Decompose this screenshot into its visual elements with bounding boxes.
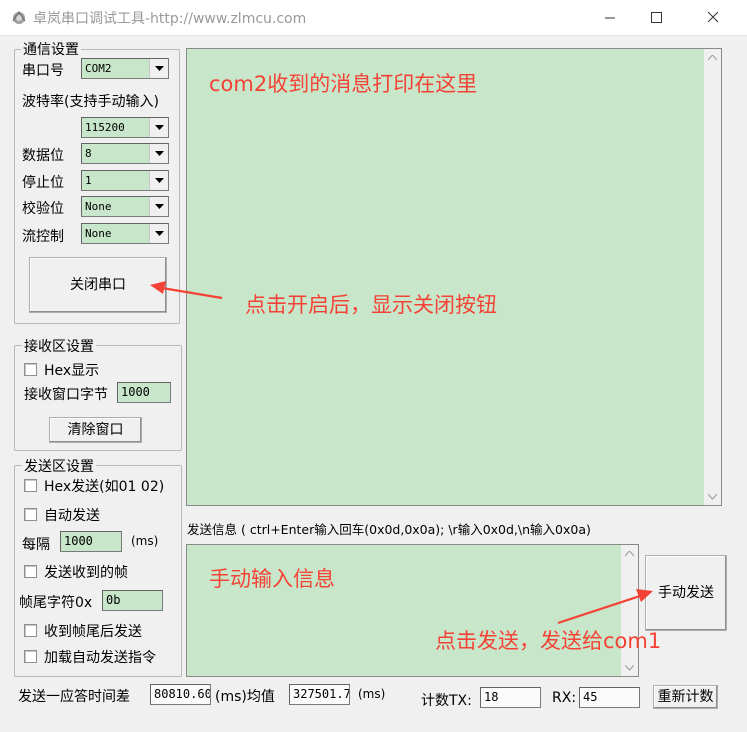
chevron-down-icon [155, 125, 164, 130]
rx-value: 45 [579, 687, 640, 708]
tx-value: 18 [480, 687, 541, 708]
response-time-label: 发送一应答时间差 [18, 689, 130, 705]
receive-scrollbar[interactable] [704, 49, 721, 505]
databits-select[interactable]: 8 [81, 143, 169, 164]
baud-label: 波特率(支持手动输入) [22, 94, 159, 110]
scroll-up-button[interactable] [621, 545, 638, 562]
window-bytes-input[interactable]: 1000 [117, 382, 171, 403]
maximize-icon [651, 12, 662, 23]
chevron-down-icon [625, 665, 634, 671]
databits-value: 8 [85, 147, 92, 160]
manual-send-button[interactable]: 手动发送 [645, 555, 727, 631]
send-settings-label: 发送区设置 [22, 456, 96, 476]
load-auto-cmd-checkbox[interactable] [24, 650, 37, 663]
interval-unit: (ms) [131, 534, 159, 548]
rx-label: RX: [552, 690, 577, 706]
flow-dropdown[interactable] [149, 224, 168, 243]
databits-dropdown[interactable] [149, 144, 168, 163]
stopbits-value: 1 [85, 174, 92, 187]
send-after-tail-label: 收到帧尾后发送 [44, 624, 142, 640]
close-icon [707, 11, 719, 23]
auto-send-label: 自动发送 [44, 508, 100, 524]
databits-label: 数据位 [22, 148, 64, 164]
scroll-down-button[interactable] [621, 659, 638, 676]
send-info-text: 发送信息 ( ctrl+Enter输入回车(0x0d,0x0a); \r输入0x… [187, 522, 591, 537]
baud-select[interactable]: 115200 [81, 117, 169, 138]
close-port-button[interactable]: 关闭串口 [29, 257, 167, 313]
chevron-down-icon [155, 204, 164, 209]
chevron-down-icon [155, 178, 164, 183]
load-auto-cmd-label: 加载自动发送指令 [44, 650, 156, 666]
hex-send-label: Hex发送(如01 02) [44, 479, 165, 495]
send-annotation-note: 点击发送，发送给com1 [435, 629, 662, 653]
clear-window-button[interactable]: 清除窗口 [49, 417, 142, 443]
send-recv-frame-label: 发送收到的帧 [44, 565, 128, 581]
send-info-hint: 发送信息 ( ctrl+Enter输入回车(0x0d,0x0a); \r输入0x… [187, 519, 591, 538]
hex-display-checkbox[interactable] [24, 363, 37, 376]
stopbits-select[interactable]: 1 [81, 170, 169, 191]
maximize-button[interactable] [633, 0, 679, 36]
chevron-up-icon [625, 551, 634, 557]
auto-send-checkbox[interactable] [24, 508, 37, 521]
flow-select[interactable]: None [81, 223, 169, 244]
avg-value: 327501.7 [289, 684, 350, 705]
response-time-value: 80810.60 [150, 684, 211, 705]
window-bytes-label: 接收窗口字节 [24, 387, 108, 403]
flow-value: None [85, 227, 112, 240]
parity-label: 校验位 [22, 201, 64, 217]
count-tx-label: 计数TX: [421, 693, 472, 709]
recv-settings-label: 接收区设置 [22, 336, 96, 356]
send-recv-frame-checkbox[interactable] [24, 565, 37, 578]
scroll-up-button[interactable] [704, 49, 721, 66]
scroll-down-button[interactable] [704, 488, 721, 505]
parity-dropdown[interactable] [149, 197, 168, 216]
recount-button[interactable]: 重新计数 [653, 685, 718, 709]
hex-display-label: Hex显示 [44, 363, 100, 379]
ms-avg-label: (ms)均值 [215, 689, 275, 705]
title-bar: 卓岚串口调试工具-http://www.zlmcu.com [0, 0, 747, 36]
send-after-tail-checkbox[interactable] [24, 624, 37, 637]
baud-dropdown[interactable] [149, 118, 168, 137]
close-button-annotation: 点击开启后，显示关闭按钮 [245, 293, 497, 317]
app-icon [12, 10, 26, 24]
hex-send-checkbox[interactable] [24, 479, 37, 492]
comm-settings-label: 通信设置 [21, 39, 81, 59]
parity-select[interactable]: None [81, 196, 169, 217]
window-title: 卓岚串口调试工具-http://www.zlmcu.com [33, 11, 307, 27]
chevron-down-icon [708, 494, 717, 500]
close-button[interactable] [690, 0, 736, 36]
receive-textarea[interactable] [186, 48, 722, 506]
chevron-up-icon [708, 55, 717, 61]
baud-value: 115200 [85, 121, 125, 134]
ms-label: (ms) [358, 687, 386, 701]
port-value: COM2 [85, 62, 112, 75]
receive-annotation: com2收到的消息打印在这里 [209, 72, 478, 96]
frame-tail-input[interactable]: 0b [102, 590, 163, 611]
stopbits-dropdown[interactable] [149, 171, 168, 190]
chevron-down-icon [155, 151, 164, 156]
frame-tail-label: 帧尾字符0x [19, 595, 93, 611]
parity-value: None [85, 200, 112, 213]
send-scrollbar[interactable] [621, 545, 638, 676]
interval-label: 每隔 [22, 537, 50, 553]
stopbits-label: 停止位 [22, 175, 64, 191]
port-select[interactable]: COM2 [81, 58, 169, 79]
chevron-down-icon [155, 231, 164, 236]
interval-input[interactable]: 1000 [60, 531, 122, 552]
port-dropdown[interactable] [149, 59, 168, 78]
chevron-down-icon [155, 66, 164, 71]
flow-label: 流控制 [22, 229, 64, 245]
minimize-icon [605, 17, 615, 19]
minimize-button[interactable] [587, 0, 633, 36]
port-label: 串口号 [22, 63, 64, 79]
send-annotation: 手动输入信息 [209, 567, 335, 591]
